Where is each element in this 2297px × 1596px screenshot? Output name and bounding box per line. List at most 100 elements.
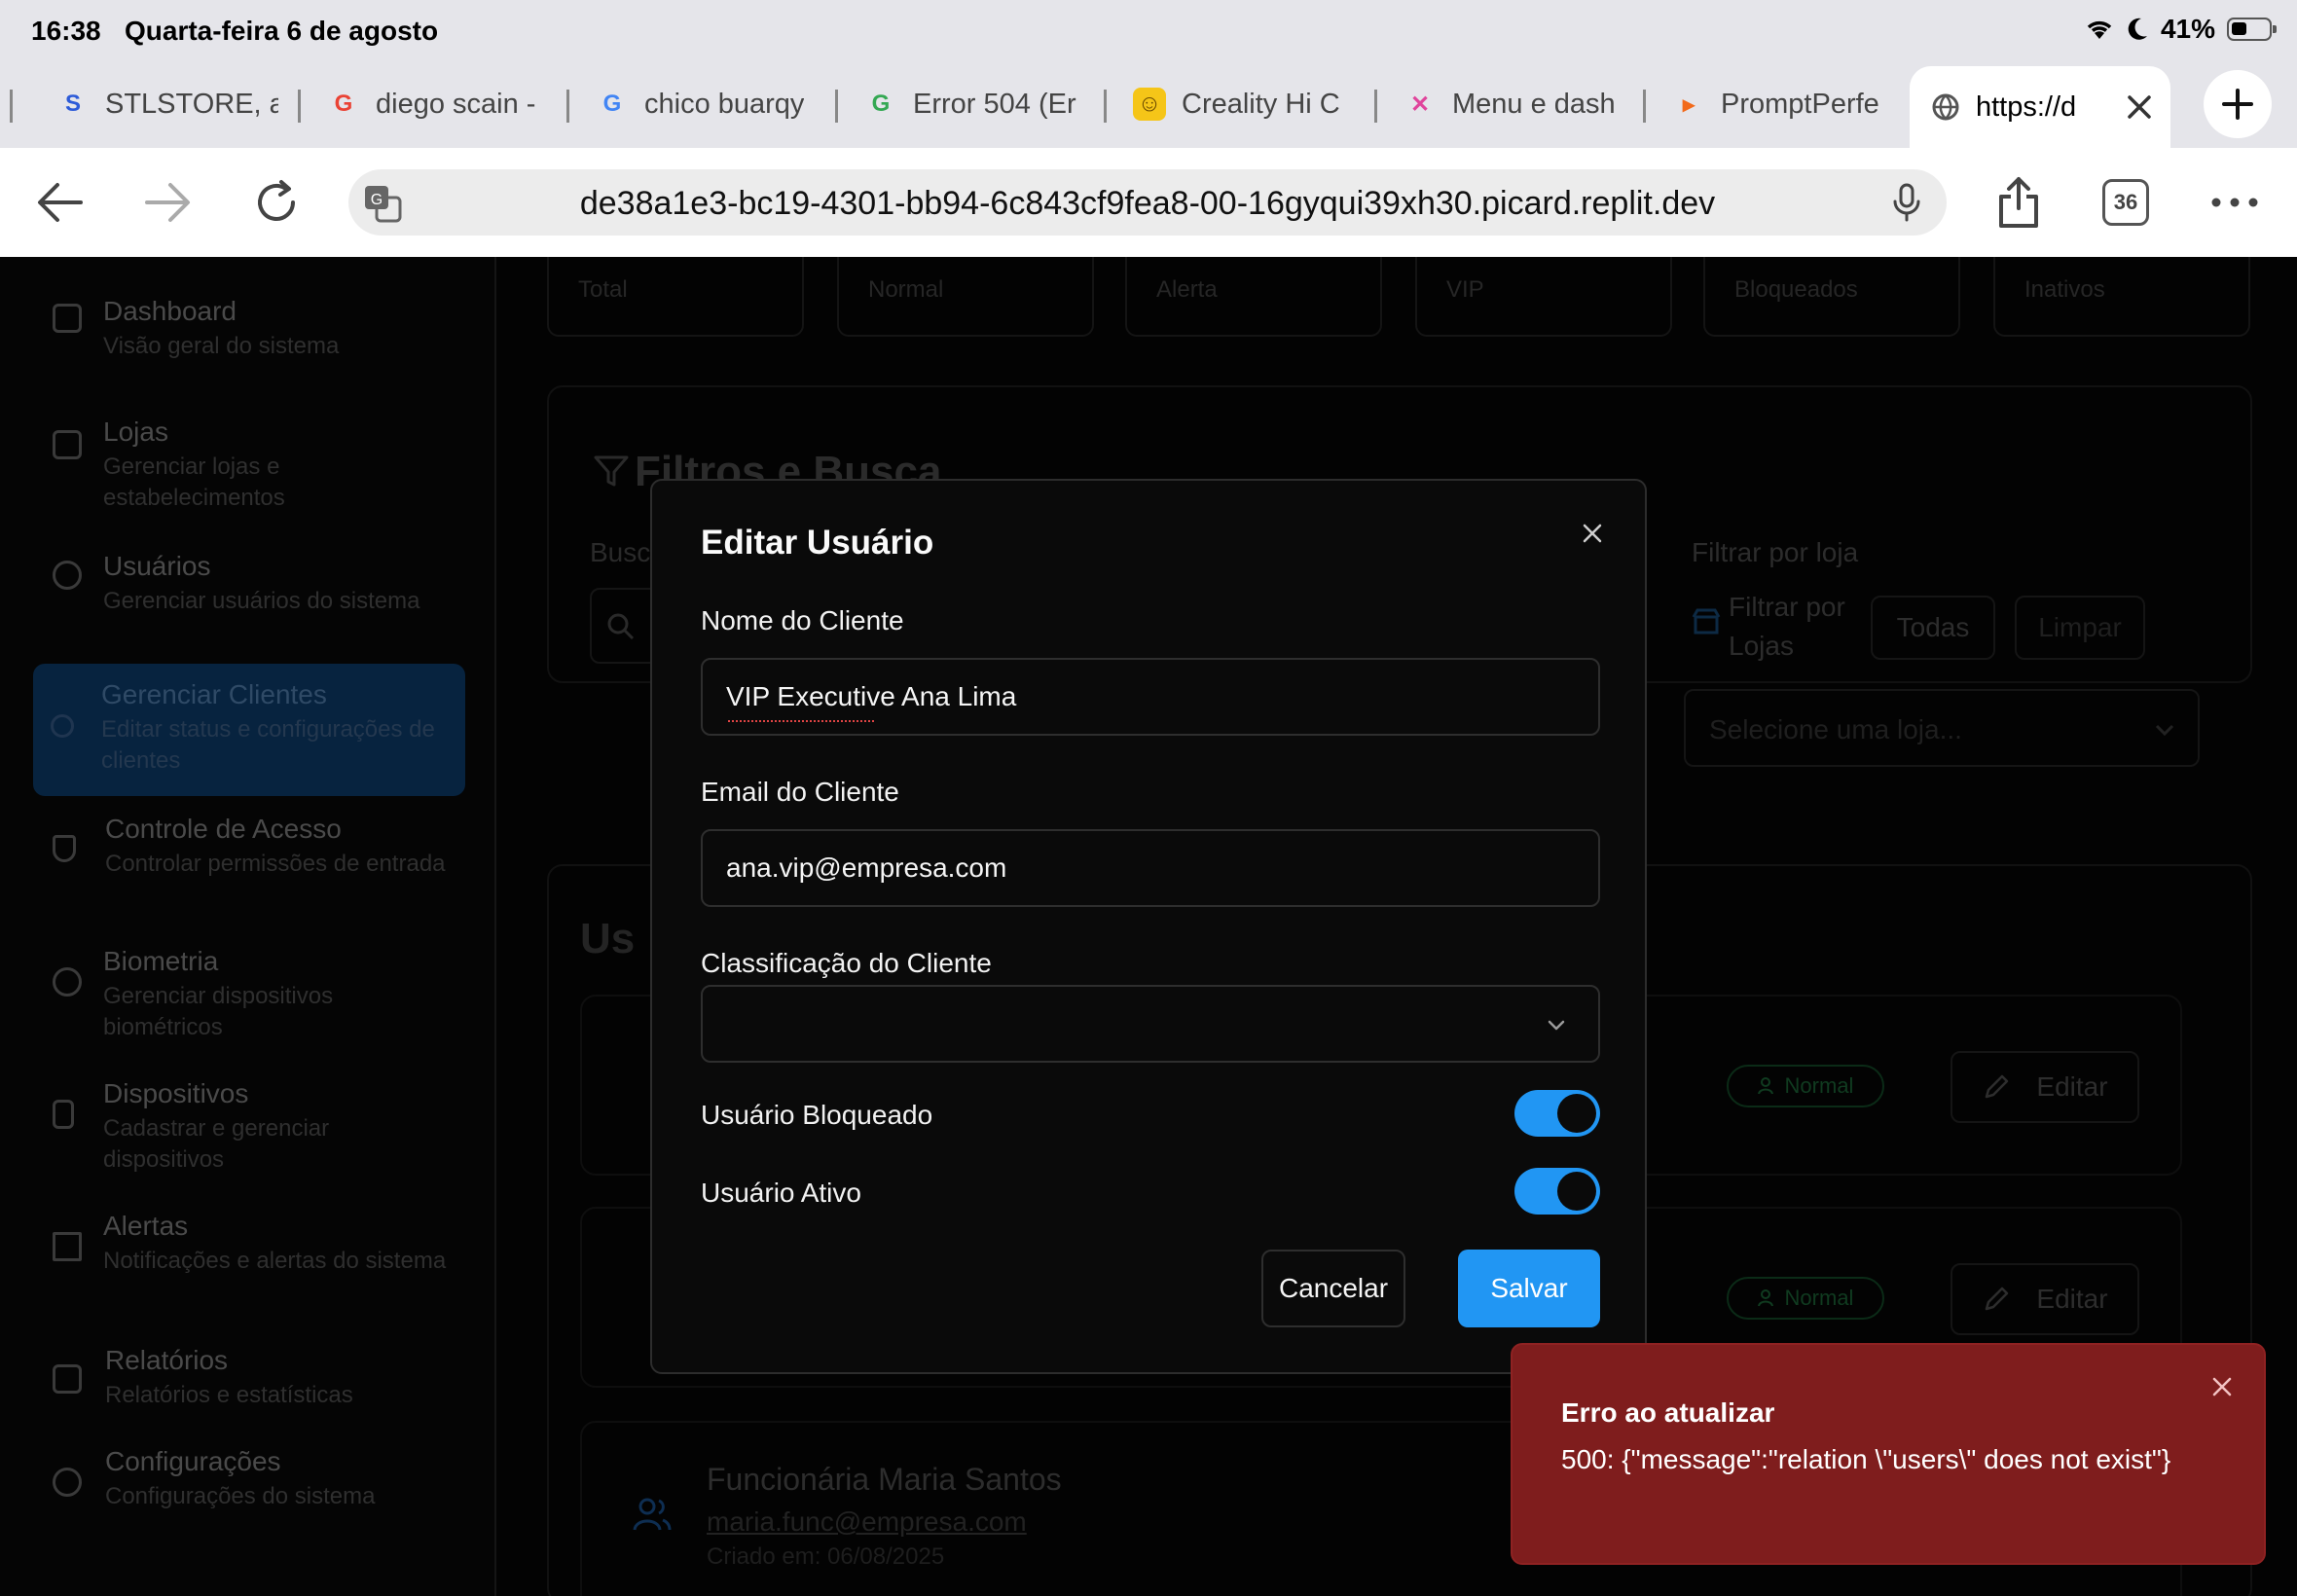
email-input[interactable] <box>701 829 1600 907</box>
device-icon <box>53 1100 74 1129</box>
browser-tab-active[interactable]: https://d <box>1910 66 2170 148</box>
google-icon: G <box>334 91 353 117</box>
tab-separator <box>10 90 13 123</box>
tab-separator <box>1643 90 1646 123</box>
tab-count-button[interactable]: 36 <box>2102 179 2149 226</box>
dashboard-icon <box>53 304 82 333</box>
new-tab-button[interactable] <box>2204 70 2272 138</box>
all-stores-label: Todas <box>1896 612 1970 642</box>
sidebar-item-desc: Notificações e alertas do sistema <box>103 1248 447 1274</box>
status-bar: 16:38 Quarta-feira 6 de agosto 41% <box>0 0 2297 60</box>
toast-title: Erro ao atualizar <box>1561 1397 1775 1428</box>
sidebar-item-gerenciar-clientes[interactable]: Gerenciar Clientes Editar status e confi… <box>33 664 465 796</box>
status-time: 16:38 <box>31 16 101 46</box>
browser-tab[interactable]: ☺ Creality Hi C <box>1121 72 1355 136</box>
active-label: Usuário Ativo <box>701 1178 861 1208</box>
sidebar-item-dispositivos[interactable]: Dispositivos Cadastrar e gerenciar dispo… <box>33 1078 465 1176</box>
store-select[interactable]: Selecione uma loja... <box>1684 689 2200 767</box>
pencil-icon <box>1986 1287 2009 1311</box>
active-toggle[interactable] <box>1514 1168 1600 1215</box>
user-check-icon <box>1757 1289 1773 1307</box>
sidebar-item-desc: Editar status e configurações de cliente… <box>101 716 435 774</box>
browser-tab[interactable]: G chico buarqy <box>584 72 818 136</box>
browser-tab[interactable]: G Error 504 (Er <box>853 72 1086 136</box>
reload-icon <box>258 180 295 221</box>
chevron-down-icon <box>2155 724 2174 737</box>
edit-button[interactable]: Editar <box>1951 1263 2139 1335</box>
sidebar-item-biometria[interactable]: Biometria Gerenciar dispositivos biométr… <box>33 946 465 1043</box>
clear-button[interactable]: Limpar <box>2015 596 2145 660</box>
cancel-label: Cancelar <box>1278 1273 1389 1303</box>
search-icon <box>607 613 635 640</box>
store-icon <box>1692 608 1721 635</box>
sidebar-item-controle-acesso[interactable]: Controle de Acesso Controlar permissões … <box>33 814 465 911</box>
sidebar-item-title: Gerenciar Clientes <box>101 679 327 709</box>
browser-tab[interactable]: ▸ PromptPerfe <box>1660 72 1894 136</box>
edit-label: Editar <box>2036 1071 2108 1102</box>
browser-tab[interactable]: S STLSTORE, a <box>45 72 278 136</box>
stat-card-bloqueados: Bloqueados <box>1703 257 1960 337</box>
status-badge: Normal <box>1727 1277 1884 1320</box>
email-label: Email do Cliente <box>701 777 899 807</box>
user-created: Criado em: 06/08/2025 <box>707 1543 945 1570</box>
sidebar-item-dashboard[interactable]: Dashboard Visão geral do sistema <box>33 296 465 364</box>
toast-message: 500: {"message":"relation \"users\" does… <box>1561 1444 2171 1474</box>
more-button[interactable] <box>2206 173 2264 232</box>
microphone-icon[interactable] <box>1892 182 1921 223</box>
globe-icon <box>1932 93 1959 121</box>
user-email[interactable]: maria.func@empresa.com <box>707 1506 1027 1538</box>
status-indicators: 41% <box>2085 14 2277 45</box>
store-filter-button[interactable]: Filtrar por Lojas <box>1684 588 1859 666</box>
status-badge-label: Normal <box>1784 1286 1854 1310</box>
tab-separator <box>1374 90 1377 123</box>
sidebar-item-relatorios[interactable]: Relatórios Relatórios e estatísticas <box>33 1345 465 1413</box>
sidebar-item-lojas[interactable]: Lojas Gerenciar lojas e estabelecimentos <box>33 417 465 511</box>
blocked-label: Usuário Bloqueado <box>701 1100 933 1130</box>
classification-select[interactable] <box>701 985 1600 1063</box>
sidebar-item-desc: Controlar permissões de entrada <box>105 851 446 877</box>
edit-button[interactable]: Editar <box>1951 1051 2139 1123</box>
sidebar-item-title: Relatórios <box>105 1345 229 1375</box>
stat-card-total: Total <box>547 257 804 337</box>
browser-nav-bar: G de38a1e3-bc19-4301-bb94-6c843cf9fea8-0… <box>0 148 2297 257</box>
browser-tab[interactable]: ✕ Menu e dash <box>1392 72 1625 136</box>
cancel-button[interactable]: Cancelar <box>1261 1250 1405 1327</box>
sidebar-item-alertas[interactable]: Alertas Notificações e alertas do sistem… <box>33 1211 465 1308</box>
users-heading: Us <box>580 915 636 962</box>
save-button[interactable]: Salvar <box>1458 1250 1600 1327</box>
name-input[interactable] <box>701 658 1600 736</box>
stat-label: Bloqueados <box>1734 276 1858 303</box>
share-button[interactable] <box>1989 173 2048 232</box>
google-icon: G <box>602 91 622 117</box>
blocked-toggle[interactable] <box>1514 1090 1600 1137</box>
close-tab-icon[interactable] <box>2126 93 2153 121</box>
all-stores-button[interactable]: Todas <box>1871 596 1995 660</box>
toast-close-button[interactable] <box>2206 1370 2239 1403</box>
tab-count: 36 <box>2113 190 2138 214</box>
users-icon <box>633 1498 672 1531</box>
sidebar-item-usuarios[interactable]: Usuários Gerenciar usuários do sistema <box>33 551 465 638</box>
sidebar: Dashboard Visão geral do sistema Lojas G… <box>0 257 496 1596</box>
battery-icon <box>2227 18 2277 41</box>
back-button[interactable] <box>31 173 90 232</box>
reload-button[interactable] <box>247 173 306 232</box>
sidebar-item-title: Configurações <box>105 1446 281 1476</box>
stat-label: Total <box>578 276 628 303</box>
search-label: Busc <box>590 537 651 567</box>
forward-button[interactable] <box>138 173 197 232</box>
browser-tab[interactable]: G diego scain - <box>315 72 549 136</box>
dialog-close-button[interactable] <box>1573 514 1612 553</box>
figma-icon: ✕ <box>1409 91 1431 118</box>
sidebar-item-title: Alertas <box>103 1211 189 1241</box>
tab-label: diego scain - <box>376 88 536 120</box>
store-select-placeholder: Selecione uma loja... <box>1709 714 1962 744</box>
tab-label: Menu e dash <box>1452 88 1616 120</box>
sidebar-item-title: Lojas <box>103 417 168 447</box>
sidebar-item-desc: Gerenciar usuários do sistema <box>103 588 420 614</box>
sidebar-item-configuracoes[interactable]: Configurações Configurações do sistema <box>33 1446 465 1514</box>
status-date: Quarta-feira 6 de agosto <box>125 16 439 46</box>
error-toast: Erro ao atualizar 500: {"message":"relat… <box>1511 1343 2266 1565</box>
address-bar[interactable]: G de38a1e3-bc19-4301-bb94-6c843cf9fea8-0… <box>348 169 1947 236</box>
tab-separator <box>566 90 569 123</box>
alert-triangle-icon <box>53 1232 82 1261</box>
